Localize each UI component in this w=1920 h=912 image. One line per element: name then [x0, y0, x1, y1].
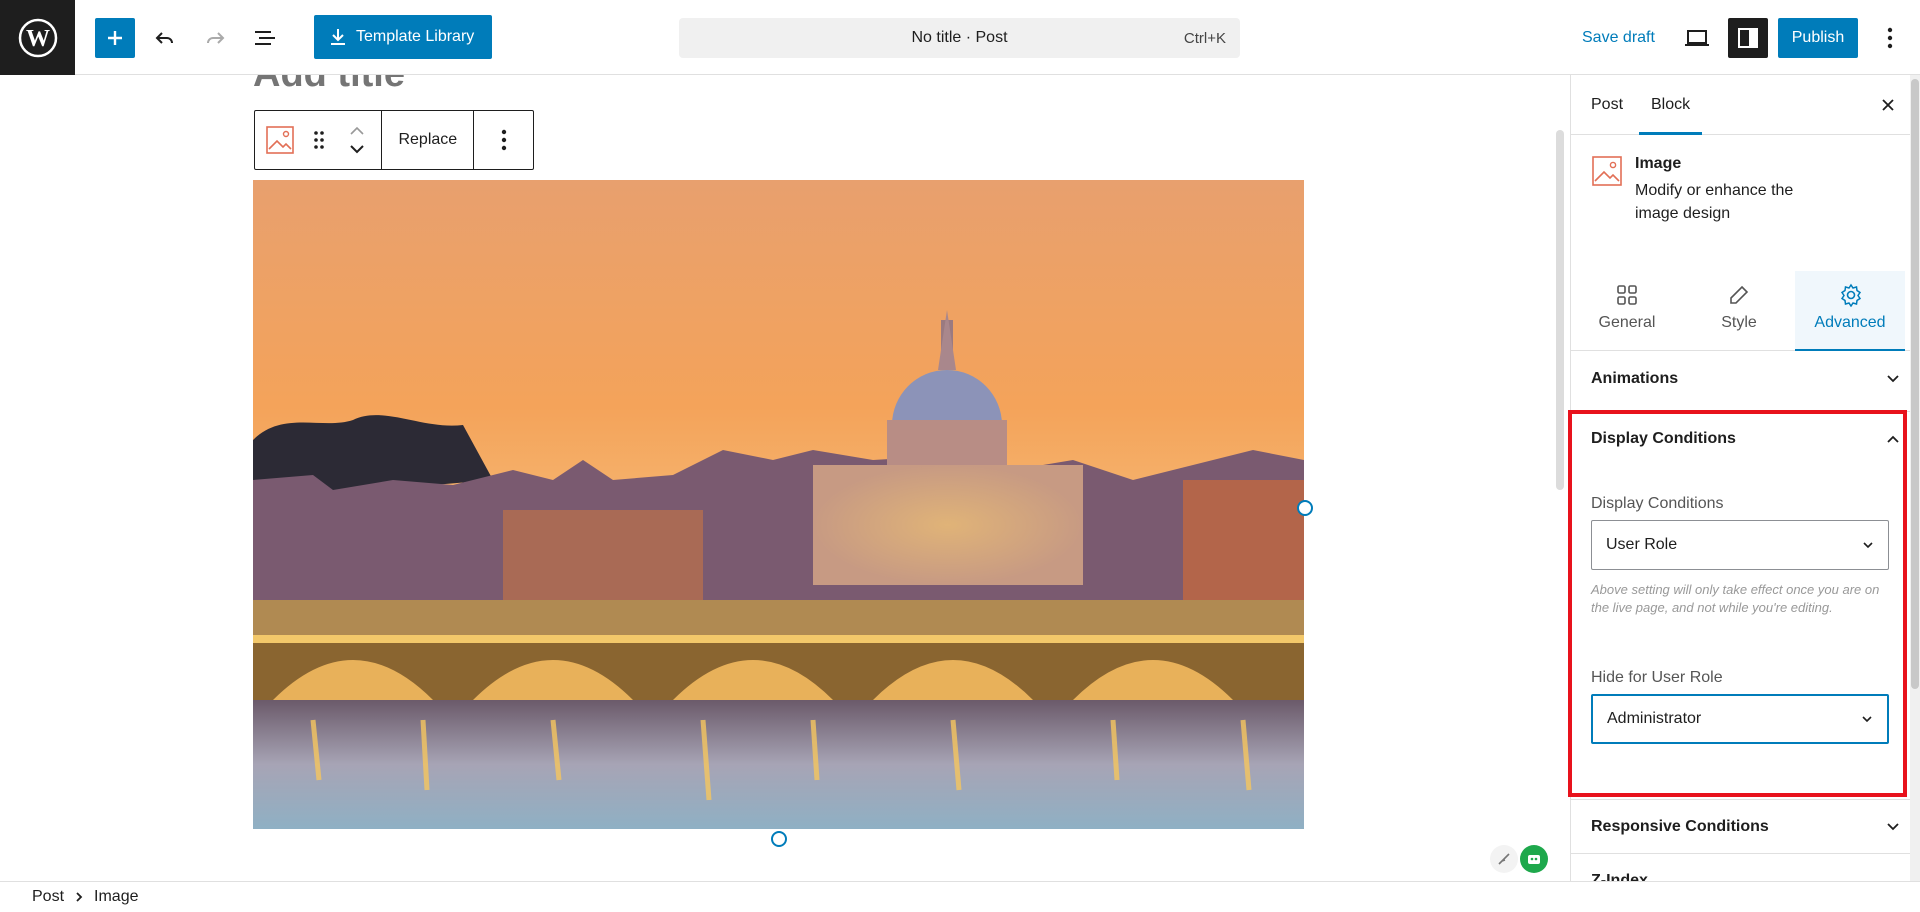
- drag-handle[interactable]: [304, 111, 333, 169]
- close-settings-button[interactable]: [1876, 93, 1900, 117]
- animations-panel-toggle[interactable]: Animations: [1591, 367, 1900, 391]
- resize-handle-bottom[interactable]: [771, 831, 787, 847]
- chevron-down-icon[interactable]: [349, 144, 365, 154]
- chevron-down-icon: [1887, 823, 1899, 831]
- animations-panel-title: Animations: [1591, 370, 1679, 387]
- breadcrumb-item-image[interactable]: Image: [94, 888, 138, 906]
- laptop-icon: [1685, 30, 1709, 46]
- options-button[interactable]: [1870, 18, 1910, 58]
- tab-advanced-label: Advanced: [1814, 314, 1886, 331]
- block-toolbar: Replace: [254, 110, 534, 170]
- download-icon: [331, 29, 345, 45]
- redo-icon: [207, 32, 225, 44]
- image-block-icon: [1592, 156, 1622, 186]
- tab-advanced[interactable]: Advanced: [1795, 271, 1905, 351]
- panel-divider: [1571, 799, 1920, 800]
- pencil-icon: [1730, 285, 1749, 304]
- command-palette-trigger[interactable]: No title · Post Ctrl+K: [679, 18, 1240, 58]
- chevron-up-icon[interactable]: [349, 126, 365, 136]
- sidebar-scrollbar[interactable]: [1910, 75, 1920, 881]
- list-view-icon: [255, 31, 275, 45]
- z-index-panel-title: Z-Index: [1591, 872, 1648, 881]
- feather-icon[interactable]: [1490, 845, 1518, 873]
- more-vertical-icon: [501, 129, 506, 151]
- writing-assistant[interactable]: [1490, 845, 1550, 875]
- sidebar-tabs: Post Block: [1571, 75, 1920, 135]
- editor-header: W Template Library No title · Post Ctrl+…: [0, 0, 1920, 75]
- more-vertical-icon: [1887, 27, 1893, 49]
- tab-block[interactable]: Block: [1639, 75, 1703, 135]
- template-library-button[interactable]: Template Library: [314, 15, 492, 59]
- block-card-description: Modify or enhance the image design: [1635, 182, 1794, 222]
- z-index-panel-toggle[interactable]: Z-Index: [1591, 869, 1900, 881]
- preview-button[interactable]: [1677, 18, 1717, 58]
- undo-icon: [155, 32, 173, 44]
- responsive-conditions-panel-title: Responsive Conditions: [1591, 818, 1769, 835]
- wordpress-logo-icon[interactable]: W: [0, 0, 75, 75]
- image-block-icon: [265, 126, 294, 154]
- svg-text:W: W: [26, 26, 50, 52]
- drag-handle-icon: [313, 131, 324, 149]
- block-card-title: Image: [1635, 155, 1682, 172]
- settings-toggle-button[interactable]: [1728, 18, 1768, 58]
- block-options-button[interactable]: [474, 111, 533, 169]
- tab-general[interactable]: General: [1571, 271, 1683, 351]
- redo-button[interactable]: [195, 18, 235, 58]
- highlight-box: [1568, 410, 1907, 797]
- bot-icon[interactable]: [1520, 845, 1548, 873]
- rome-sunset-photo: [253, 180, 1304, 829]
- inspector-tabs: General Style Advanced: [1571, 271, 1920, 351]
- move-buttons[interactable]: [333, 111, 383, 169]
- panel-divider: [1571, 853, 1920, 854]
- post-title-input[interactable]: Add title: [253, 75, 405, 96]
- save-draft-button[interactable]: Save draft: [1582, 29, 1655, 47]
- sidebar-icon: [1738, 28, 1758, 48]
- add-block-button[interactable]: [95, 18, 135, 58]
- plus-icon: [108, 31, 122, 45]
- close-icon: [1882, 99, 1894, 111]
- document-title: No title · Post: [911, 29, 1008, 46]
- chevron-right-icon: [76, 892, 83, 902]
- tab-style-label: Style: [1721, 314, 1757, 331]
- replace-button[interactable]: Replace: [382, 111, 475, 169]
- grid-icon: [1617, 285, 1637, 305]
- tab-general-label: General: [1598, 314, 1656, 331]
- shortcut-hint: Ctrl+K: [1183, 30, 1226, 47]
- publish-button[interactable]: Publish: [1778, 18, 1858, 58]
- image-block[interactable]: [253, 180, 1304, 829]
- tab-post[interactable]: Post: [1591, 75, 1623, 135]
- document-overview-button[interactable]: [245, 18, 285, 58]
- gear-icon: [1840, 283, 1862, 307]
- block-type-button[interactable]: [255, 111, 304, 169]
- resize-handle-right[interactable]: [1297, 500, 1313, 516]
- chevron-down-icon: [1887, 375, 1899, 383]
- editor-canvas: Add title Replace: [0, 75, 1570, 881]
- responsive-conditions-panel-toggle[interactable]: Responsive Conditions: [1591, 815, 1900, 839]
- canvas-scrollbar[interactable]: [1556, 130, 1564, 490]
- tab-style[interactable]: Style: [1683, 271, 1795, 351]
- template-library-label: Template Library: [356, 28, 475, 45]
- breadcrumb: Post Image: [0, 881, 1920, 912]
- breadcrumb-item-post[interactable]: Post: [32, 888, 64, 906]
- undo-button[interactable]: [145, 18, 185, 58]
